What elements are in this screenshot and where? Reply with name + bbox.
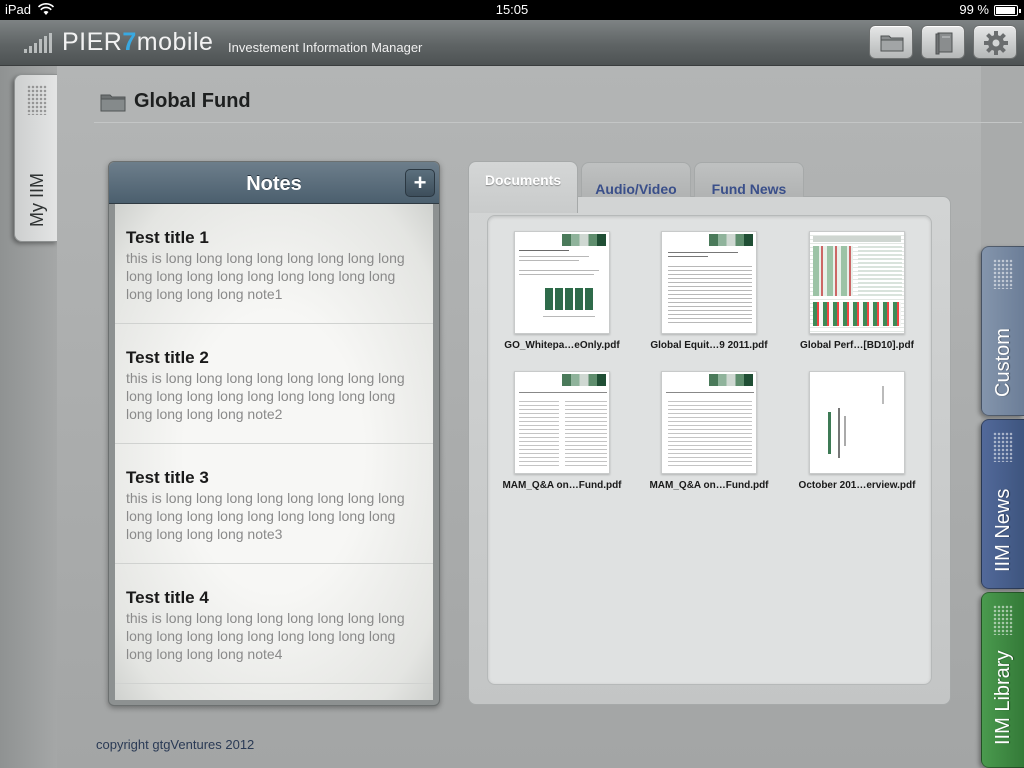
app-tagline: Investement Information Manager (228, 40, 423, 55)
note-title: Test title 4 (126, 588, 209, 607)
grip-icon (993, 432, 1013, 462)
tab-iim-news-label: IIM News (992, 488, 1014, 572)
note-item[interactable]: Test title 1 this is long long long long… (115, 204, 433, 324)
document-name: October 201…erview.pdf (798, 480, 916, 491)
app-logo: PIER7mobile (62, 28, 214, 56)
tab-iim-library[interactable]: IIM Library (981, 592, 1024, 768)
document-name: MAM_Q&A on…Fund.pdf (649, 480, 769, 491)
document-item[interactable]: MAM_Q&A on…Fund.pdf (492, 371, 632, 501)
tab-fund-news[interactable]: Fund News (694, 162, 804, 197)
divider (94, 122, 1022, 123)
pdf-thumbnail (809, 231, 905, 334)
tab-iim-library-label: IIM Library (992, 650, 1014, 745)
tab-iim-news[interactable]: IIM News (981, 419, 1024, 589)
book-icon (935, 32, 953, 55)
note-title: Test title 1 (126, 228, 209, 247)
folder-icon (880, 35, 904, 52)
note-item[interactable]: Test title 4 this is long long long long… (115, 564, 433, 684)
grip-icon (993, 605, 1013, 635)
add-note-button[interactable]: + (405, 169, 435, 197)
gear-icon (984, 31, 1008, 55)
document-name: GO_Whitepa…eOnly.pdf (504, 340, 620, 351)
pdf-thumbnail (661, 231, 757, 334)
grip-icon (993, 259, 1013, 289)
document-item[interactable]: GO_Whitepa…eOnly.pdf (492, 231, 632, 361)
note-body: this is long long long long long long lo… (126, 370, 405, 422)
clock: 15:05 (495, 2, 529, 17)
note-item[interactable]: Test title 2 this is long long long long… (115, 324, 433, 444)
settings-button[interactable] (973, 25, 1017, 59)
battery-percent: 99 % (959, 2, 989, 17)
note-title: Test title 3 (126, 468, 209, 487)
document-item[interactable]: Global Equit…9 2011.pdf (639, 231, 779, 361)
pdf-thumbnail (809, 371, 905, 474)
note-body: this is long long long long long long lo… (126, 490, 405, 542)
signal-bars-icon (24, 33, 54, 53)
pdf-thumbnail (661, 371, 757, 474)
notes-list: Test title 1 this is long long long long… (115, 204, 433, 700)
status-bar: iPad 15:05 99 % (0, 0, 1024, 20)
tab-custom[interactable]: Custom (981, 246, 1024, 416)
page-title: Global Fund (134, 90, 251, 112)
copyright: copyright gtgVentures 2012 (96, 737, 255, 752)
app-header: PIER7mobile Investement Information Mana… (0, 20, 1024, 66)
folder-icon (100, 94, 126, 112)
notes-title: Notes (246, 173, 302, 195)
note-body: this is long long long long long long lo… (126, 610, 405, 662)
document-item[interactable]: Global Perf…[BD10].pdf (787, 231, 927, 361)
grip-icon (27, 85, 47, 115)
pdf-thumbnail (514, 231, 610, 334)
document-name: MAM_Q&A on…Fund.pdf (502, 480, 622, 491)
note-title: Test title 2 (126, 348, 209, 367)
book-button[interactable] (921, 25, 965, 59)
document-item[interactable]: October 201…erview.pdf (787, 371, 927, 501)
folder-button[interactable] (869, 25, 913, 59)
pdf-thumbnail (514, 371, 610, 474)
tab-custom-label: Custom (992, 328, 1014, 397)
tab-audio-video[interactable]: Audio/Video (581, 162, 691, 197)
tab-my-iim[interactable]: My IIM (14, 74, 58, 242)
battery-icon (994, 5, 1021, 16)
notes-panel: Notes + Test title 1 this is long long l… (108, 161, 440, 706)
document-item[interactable]: MAM_Q&A on…Fund.pdf (639, 371, 779, 501)
note-body: this is long long long long long long lo… (126, 250, 405, 302)
document-name: Global Equit…9 2011.pdf (650, 340, 768, 351)
tab-documents[interactable]: Documents (468, 161, 578, 213)
notes-header: Notes + (109, 162, 439, 204)
note-item[interactable]: Test title 3 this is long long long long… (115, 444, 433, 564)
tab-my-iim-label: My IIM (27, 173, 47, 227)
document-name: Global Perf…[BD10].pdf (800, 340, 914, 351)
